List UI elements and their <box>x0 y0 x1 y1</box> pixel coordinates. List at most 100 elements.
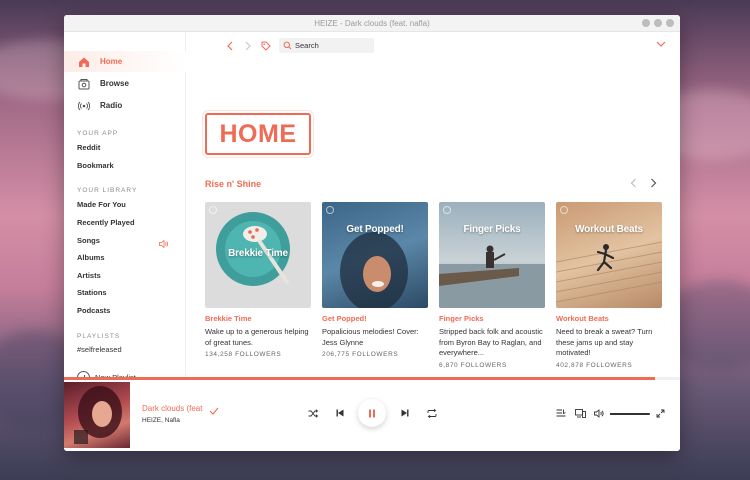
tag-button[interactable] <box>260 40 272 52</box>
shuffle-button[interactable] <box>308 408 318 418</box>
close-button[interactable] <box>666 19 674 27</box>
sidebar-item-artists[interactable]: Artists <box>77 271 101 280</box>
singer-portrait-image <box>340 232 408 308</box>
skip-previous-icon <box>336 409 344 417</box>
card-description: Need to break a sweat? Turn these jams u… <box>556 327 653 357</box>
repeat-button[interactable] <box>427 408 437 418</box>
section-heading-playlists: PLAYLISTS <box>77 333 121 340</box>
sidebar-item-label: Home <box>100 57 123 66</box>
playlist-card[interactable]: Brekkie Time Brekkie Time Wake up to a g… <box>205 202 311 358</box>
now-playing-speaker-icon <box>159 235 169 253</box>
carousel-prev-button[interactable] <box>627 177 639 189</box>
queue-button[interactable] <box>556 408 566 418</box>
previous-button[interactable] <box>335 408 345 418</box>
card-title[interactable]: Brekkie Time <box>205 314 311 323</box>
volume-button[interactable] <box>594 408 605 418</box>
home-icon <box>77 55 91 69</box>
playlist-cover[interactable]: Get Popped! <box>322 202 428 308</box>
devices-button[interactable] <box>575 408 586 418</box>
fullscreen-button[interactable] <box>655 408 665 418</box>
play-pause-button[interactable] <box>358 399 386 427</box>
sidebar-item-home[interactable]: Home <box>64 51 186 72</box>
track-artist[interactable]: HEIZE, Nafla <box>142 417 180 424</box>
runner-stairs-image <box>556 241 662 303</box>
album-art[interactable] <box>64 382 130 448</box>
radio-icon <box>77 99 91 113</box>
sidebar-item-reddit[interactable]: Reddit <box>77 143 100 152</box>
chevron-left-icon <box>630 178 636 188</box>
search-input[interactable] <box>295 41 370 50</box>
card-title[interactable]: Finger Picks <box>439 314 545 323</box>
sidebar-item-songs[interactable]: Songs <box>77 236 100 245</box>
minimize-button[interactable] <box>642 19 650 27</box>
card-followers: 134,258 FOLLOWERS <box>205 351 282 358</box>
playlist-cover[interactable]: Finger Picks <box>439 202 545 308</box>
page-title: HOME <box>205 113 311 155</box>
card-title[interactable]: Workout Beats <box>556 314 662 323</box>
shuffle-icon <box>308 408 318 418</box>
carousel-next-button[interactable] <box>647 177 659 189</box>
card-followers: 206,775 FOLLOWERS <box>322 351 399 358</box>
devices-icon <box>575 408 586 418</box>
card-description: Wake up to a generous helping of great t… <box>205 327 309 347</box>
expand-icon <box>656 409 664 417</box>
volume-icon <box>594 408 604 418</box>
repeat-icon <box>427 408 437 418</box>
pause-icon <box>369 409 375 417</box>
title-bar: HEIZE - Dark clouds (feat. nafla) <box>64 15 680 32</box>
card-title[interactable]: Get Popped! <box>322 314 428 323</box>
album-portrait-image <box>74 386 122 444</box>
forward-button[interactable] <box>242 40 254 52</box>
playlist-card[interactable]: Get Popped! Get Popped! Popalicious melo… <box>322 202 428 358</box>
sidebar-item-label: Radio <box>100 101 123 110</box>
spotify-logo-icon <box>443 206 451 214</box>
sidebar: Home Browse Radio YOUR APP Reddit Bookma… <box>64 32 186 384</box>
volume-slider[interactable] <box>610 413 650 415</box>
spotify-logo-icon <box>560 206 568 214</box>
saved-check-icon[interactable] <box>209 402 219 420</box>
cover-title: Brekkie Time <box>228 248 288 259</box>
user-menu-dropdown[interactable] <box>655 38 667 50</box>
tag-icon <box>261 41 271 51</box>
sidebar-item-radio[interactable]: Radio <box>64 95 186 116</box>
sidebar-item-podcasts[interactable]: Podcasts <box>77 306 110 315</box>
search-icon <box>283 41 292 50</box>
cover-title: Finger Picks <box>463 224 521 235</box>
window-title: HEIZE - Dark clouds (feat. nafla) <box>314 19 430 28</box>
dock-guitarist-image <box>439 245 545 308</box>
playlist-cover[interactable]: Brekkie Time <box>205 202 311 308</box>
chevron-right-icon <box>650 178 656 188</box>
cover-title: Workout Beats <box>575 224 643 235</box>
card-description: Popalicious melodies! Cover: Jess Glynne <box>322 327 419 347</box>
playlist-cover[interactable]: Workout Beats <box>556 202 662 308</box>
skip-next-icon <box>401 409 409 417</box>
app-window: HEIZE - Dark clouds (feat. nafla) Home B… <box>64 15 680 451</box>
playlist-card[interactable]: Workout Beats Workout Beats Need to brea… <box>556 202 662 369</box>
cover-title: Get Popped! <box>346 224 404 235</box>
card-followers: 402,878 FOLLOWERS <box>556 361 633 369</box>
sidebar-item-selfreleased[interactable]: #selfreleased <box>77 345 122 354</box>
section-heading-your-library: YOUR LIBRARY <box>77 187 138 194</box>
sidebar-item-browse[interactable]: Browse <box>64 73 186 94</box>
next-button[interactable] <box>400 408 410 418</box>
search-box[interactable] <box>279 38 374 53</box>
playlist-card[interactable]: Finger Picks Finger Picks Stripped back … <box>439 202 545 369</box>
sidebar-item-albums[interactable]: Albums <box>77 253 105 262</box>
sidebar-item-bookmark[interactable]: Bookmark <box>77 161 114 170</box>
section-heading-your-app: YOUR APP <box>77 130 119 137</box>
volume-slider-fill <box>610 413 644 415</box>
toolbar <box>187 32 680 60</box>
spotify-logo-icon <box>326 206 334 214</box>
back-button[interactable] <box>224 40 236 52</box>
chevron-right-icon <box>245 41 251 51</box>
player-bar: Dark clouds (feat HEIZE, Nafla <box>64 380 680 451</box>
card-description: Stripped back folk and acoustic from Byr… <box>439 327 543 357</box>
card-followers: 6,870 FOLLOWERS <box>439 361 507 369</box>
track-title[interactable]: Dark clouds (feat <box>142 404 202 413</box>
section-title[interactable]: Rise n' Shine <box>205 179 261 189</box>
main-content: HOME Rise n' Shine Brekkie Time Brekkie <box>187 32 680 377</box>
sidebar-item-stations[interactable]: Stations <box>77 288 107 297</box>
sidebar-item-recently-played[interactable]: Recently Played <box>77 218 135 227</box>
maximize-button[interactable] <box>654 19 662 27</box>
sidebar-item-made-for-you[interactable]: Made For You <box>77 200 126 209</box>
